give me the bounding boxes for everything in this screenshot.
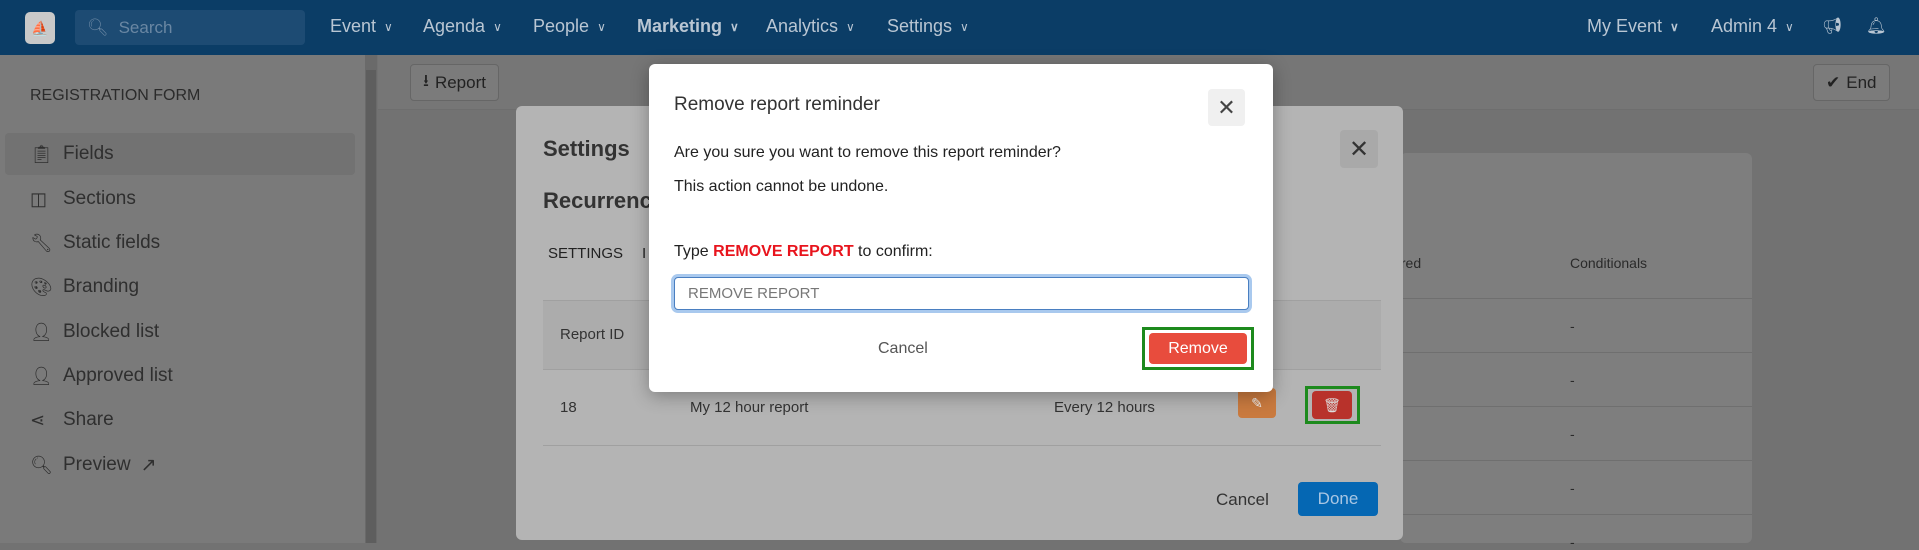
tab-reports[interactable]: I	[642, 245, 646, 262]
sidebar-scrollbar[interactable]	[365, 55, 377, 543]
report-name-cell: My 12 hour report	[690, 399, 809, 416]
confirm-input[interactable]	[674, 277, 1249, 310]
confirm-dialog: Remove report reminder ✕ Are you sure yo…	[649, 64, 1273, 392]
search-icon: 🔍︎	[87, 17, 109, 37]
end-button[interactable]: ✔ End	[1813, 64, 1890, 101]
dialog-title: Remove report reminder	[674, 94, 880, 115]
sidebar-item-sections[interactable]: ◫ Sections	[5, 178, 355, 220]
cancel-button[interactable]: Cancel	[878, 340, 928, 358]
chevron-down-icon: ∨	[846, 19, 855, 34]
report-button[interactable]: ⭳ Report	[410, 64, 499, 101]
report-id-cell: 18	[560, 399, 577, 416]
check-icon: ✔	[1826, 72, 1841, 92]
event-selector[interactable]: My Event ∨	[1587, 16, 1679, 37]
nav-settings[interactable]: Settings ∨	[887, 16, 969, 37]
sidebar-title: REGISTRATION FORM	[30, 87, 201, 104]
settings-title: Settings	[543, 136, 630, 161]
chevron-down-icon: ∨	[1785, 19, 1794, 34]
confirm-keyword: REMOVE REPORT	[713, 243, 854, 260]
bell-icon[interactable]: 🔔︎	[1866, 16, 1886, 36]
sidebar-item-static-fields[interactable]: 🔧︎ Static fields	[5, 222, 355, 264]
wrench-icon: 🔧︎	[30, 232, 53, 253]
remove-button[interactable]: Remove	[1149, 333, 1247, 364]
sidebar-item-approved-list[interactable]: 👤︎ Approved list	[5, 355, 355, 397]
chevron-down-icon: ∨	[730, 19, 739, 34]
cancel-button[interactable]: Cancel	[1216, 490, 1269, 510]
delete-button[interactable]: 🗑︎	[1312, 391, 1352, 419]
sidebar-item-fields[interactable]: 📋︎ Fields	[5, 133, 355, 175]
chevron-down-icon: ∨	[960, 19, 969, 34]
warning-message: This action cannot be undone.	[674, 178, 889, 195]
search-icon: 🔍︎	[30, 454, 53, 475]
chevron-down-icon: ∨	[384, 19, 393, 34]
external-link-icon: ↗	[140, 454, 157, 476]
user-x-icon: 👤︎	[30, 321, 53, 342]
pencil-icon: ✎	[1251, 394, 1263, 411]
column-header-conditionals: Conditionals	[1570, 255, 1648, 271]
report-frequency-cell: Every 12 hours	[1054, 399, 1155, 416]
nav-analytics[interactable]: Analytics ∨	[766, 16, 855, 37]
megaphone-icon[interactable]: 📢︎	[1822, 16, 1842, 36]
column-header-report-id: Report ID	[560, 326, 625, 343]
table-cell: -	[1570, 318, 1575, 334]
edit-button[interactable]: ✎	[1238, 388, 1276, 418]
nav-agenda[interactable]: Agenda ∨	[423, 16, 502, 37]
table-cell: -	[1570, 534, 1575, 550]
table-cell: -	[1570, 372, 1575, 388]
nav-people[interactable]: People ∨	[533, 16, 606, 37]
fields-card	[1400, 153, 1752, 543]
download-icon: ⭳	[423, 71, 429, 90]
type-instruction: Type REMOVE REPORT to confirm:	[674, 243, 933, 260]
sidebar-item-preview[interactable]: 🔍︎ Preview ↗	[5, 444, 355, 486]
chevron-down-icon: ∨	[493, 19, 502, 34]
palette-icon: 🎨︎	[30, 276, 53, 297]
sidebar-item-share[interactable]: ⋖ Share	[5, 399, 355, 441]
close-icon[interactable]: ✕	[1208, 89, 1245, 126]
app-logo[interactable]: ⛵	[25, 12, 55, 44]
top-navbar: ⛵ 🔍︎ Search Event ∨ Agenda ∨ People ∨ Marke…	[0, 0, 1919, 55]
nav-event[interactable]: Event ∨	[330, 16, 393, 37]
close-icon[interactable]: ✕	[1340, 130, 1378, 168]
columns-icon: ◫	[30, 188, 48, 209]
chevron-down-icon: ∨	[1670, 19, 1679, 34]
table-cell: -	[1570, 426, 1575, 442]
done-button[interactable]: Done	[1298, 482, 1378, 516]
confirm-message: Are you sure you want to remove this rep…	[674, 144, 1061, 161]
section-title: Recurrenc	[543, 188, 652, 213]
sidebar-item-blocked-list[interactable]: 👤︎ Blocked list	[5, 311, 355, 353]
tab-settings[interactable]: SETTINGS	[548, 245, 623, 262]
sidebar-item-branding[interactable]: 🎨︎ Branding	[5, 266, 355, 308]
chevron-down-icon: ∨	[597, 19, 606, 34]
sidebar: REGISTRATION FORM 📋︎ Fields ◫ Sections 🔧︎ S…	[0, 55, 365, 543]
trash-icon: 🗑︎	[1323, 396, 1341, 413]
table-cell: -	[1570, 480, 1575, 496]
share-icon: ⋖	[30, 409, 46, 430]
user-menu[interactable]: Admin 4 ∨	[1711, 16, 1794, 37]
scrollbar-thumb[interactable]	[366, 70, 376, 543]
nav-marketing[interactable]: Marketing ∨	[637, 16, 739, 37]
user-check-icon: 👤︎	[30, 365, 53, 386]
clipboard-icon: 📋︎	[30, 143, 53, 164]
search-input[interactable]: 🔍︎ Search	[75, 10, 305, 45]
